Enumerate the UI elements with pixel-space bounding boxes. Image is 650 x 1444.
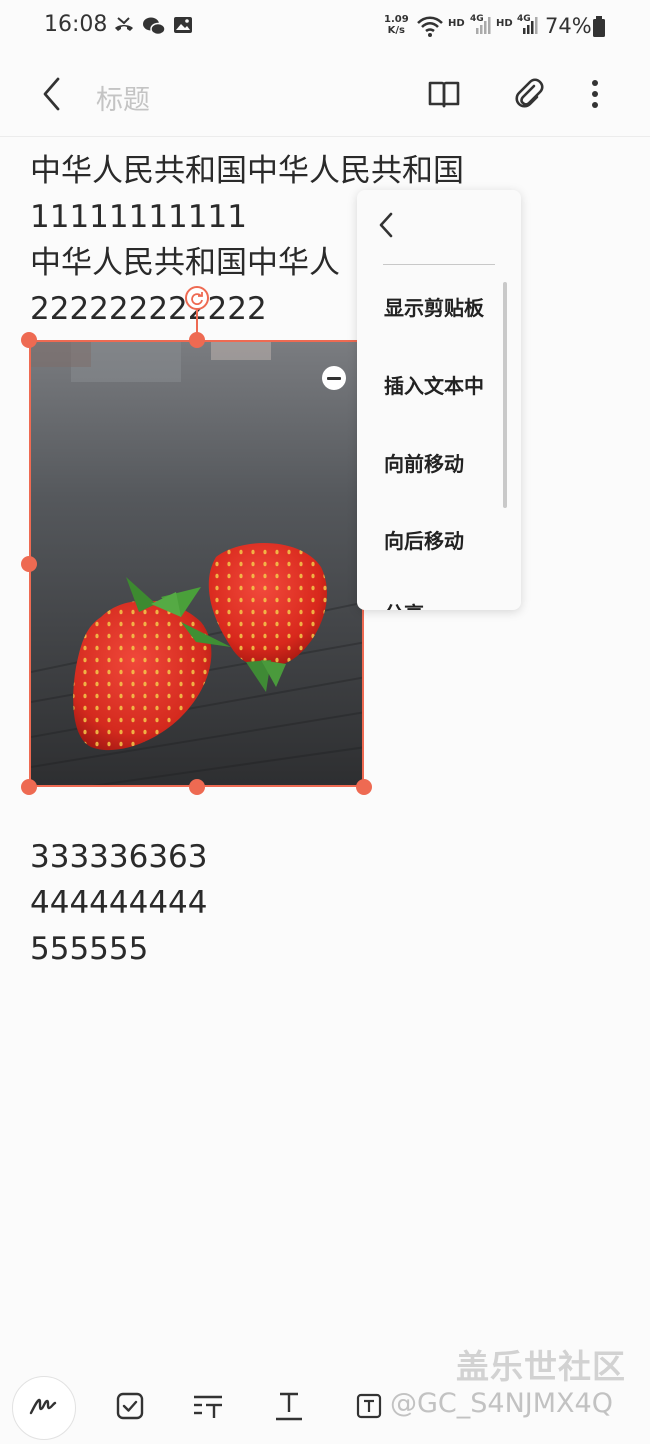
checkbox-button[interactable] (108, 1386, 152, 1430)
back-icon (40, 76, 64, 116)
strawberry-photo (31, 342, 362, 785)
title-field[interactable]: 标题 (96, 78, 150, 117)
menu-item-send-backward[interactable]: 向后移动 (384, 525, 464, 554)
note-line[interactable]: 444444444 (30, 880, 208, 926)
menu-item-share[interactable]: 分享 (384, 598, 424, 610)
text-style-icon (192, 1391, 226, 1425)
menu-item-insert-in-text[interactable]: 插入文本中 (384, 370, 484, 399)
note-line[interactable]: 222222222222 (30, 286, 267, 332)
attach-icon (512, 77, 546, 115)
resize-handle-bottom-right[interactable] (356, 779, 372, 795)
hd-label-2: HD (496, 18, 513, 29)
checkbox-icon (115, 1391, 145, 1425)
note-line[interactable]: 中华人民共和国中华人 (30, 240, 340, 286)
resize-handle-left[interactable] (21, 556, 37, 572)
selected-image[interactable] (29, 340, 364, 787)
text-format-icon (274, 1390, 304, 1426)
app-header: 标题 (0, 56, 650, 137)
status-bar: 16:08 1.09 K/s HD 4G HD 4G 74% (0, 0, 650, 56)
signal-icon-2 (521, 14, 539, 40)
chevron-left-icon (379, 212, 393, 238)
text-box-icon (355, 1392, 383, 1424)
status-time: 16:08 (44, 12, 108, 37)
reading-mode-button[interactable] (422, 74, 466, 118)
menu-item-bring-forward[interactable]: 向前移动 (384, 448, 464, 477)
network-speed: 1.09 K/s (384, 14, 409, 36)
menu-scrollbar[interactable] (503, 282, 507, 508)
remove-image-button[interactable] (322, 366, 346, 390)
hd-label-1: HD (448, 18, 465, 29)
battery-percent: 74% (545, 14, 592, 38)
note-line[interactable]: 11111111111 (30, 194, 247, 240)
text-style-button[interactable] (187, 1386, 231, 1430)
image-context-menu: 显示剪贴板 插入文本中 向前移动 向后移动 分享 (357, 190, 521, 610)
reading-mode-icon (427, 79, 461, 113)
rotate-handle[interactable] (185, 286, 209, 310)
wechat-icon (142, 14, 166, 42)
gallery-icon (172, 14, 194, 40)
note-line[interactable]: 中华人民共和国中华人民共和国 (30, 148, 464, 194)
more-icon (591, 79, 599, 113)
menu-item-show-clipboard[interactable]: 显示剪贴板 (384, 292, 484, 321)
resize-handle-bottom[interactable] (189, 779, 205, 795)
text-format-button[interactable] (267, 1386, 311, 1430)
more-options-button[interactable] (573, 74, 617, 118)
note-line[interactable]: 555555 (30, 926, 148, 972)
pen-mode-icon (28, 1395, 60, 1421)
watermark-user: @GC_S4NJMX4Q (390, 1388, 613, 1419)
note-line[interactable]: 333336363 (30, 834, 208, 880)
signal-icon (474, 14, 492, 40)
wifi-icon (416, 14, 444, 42)
menu-back-button[interactable] (375, 208, 403, 244)
battery-icon (592, 16, 606, 42)
resize-handle-top-left[interactable] (21, 332, 37, 348)
back-button[interactable] (30, 74, 74, 118)
pen-mode-button[interactable] (12, 1376, 76, 1440)
attach-button[interactable] (507, 74, 551, 118)
menu-divider (383, 264, 495, 265)
text-box-button[interactable] (347, 1386, 391, 1430)
minus-icon (327, 376, 341, 380)
resize-handle-top[interactable] (189, 332, 205, 348)
resize-handle-bottom-left[interactable] (21, 779, 37, 795)
missed-call-icon (112, 14, 136, 42)
